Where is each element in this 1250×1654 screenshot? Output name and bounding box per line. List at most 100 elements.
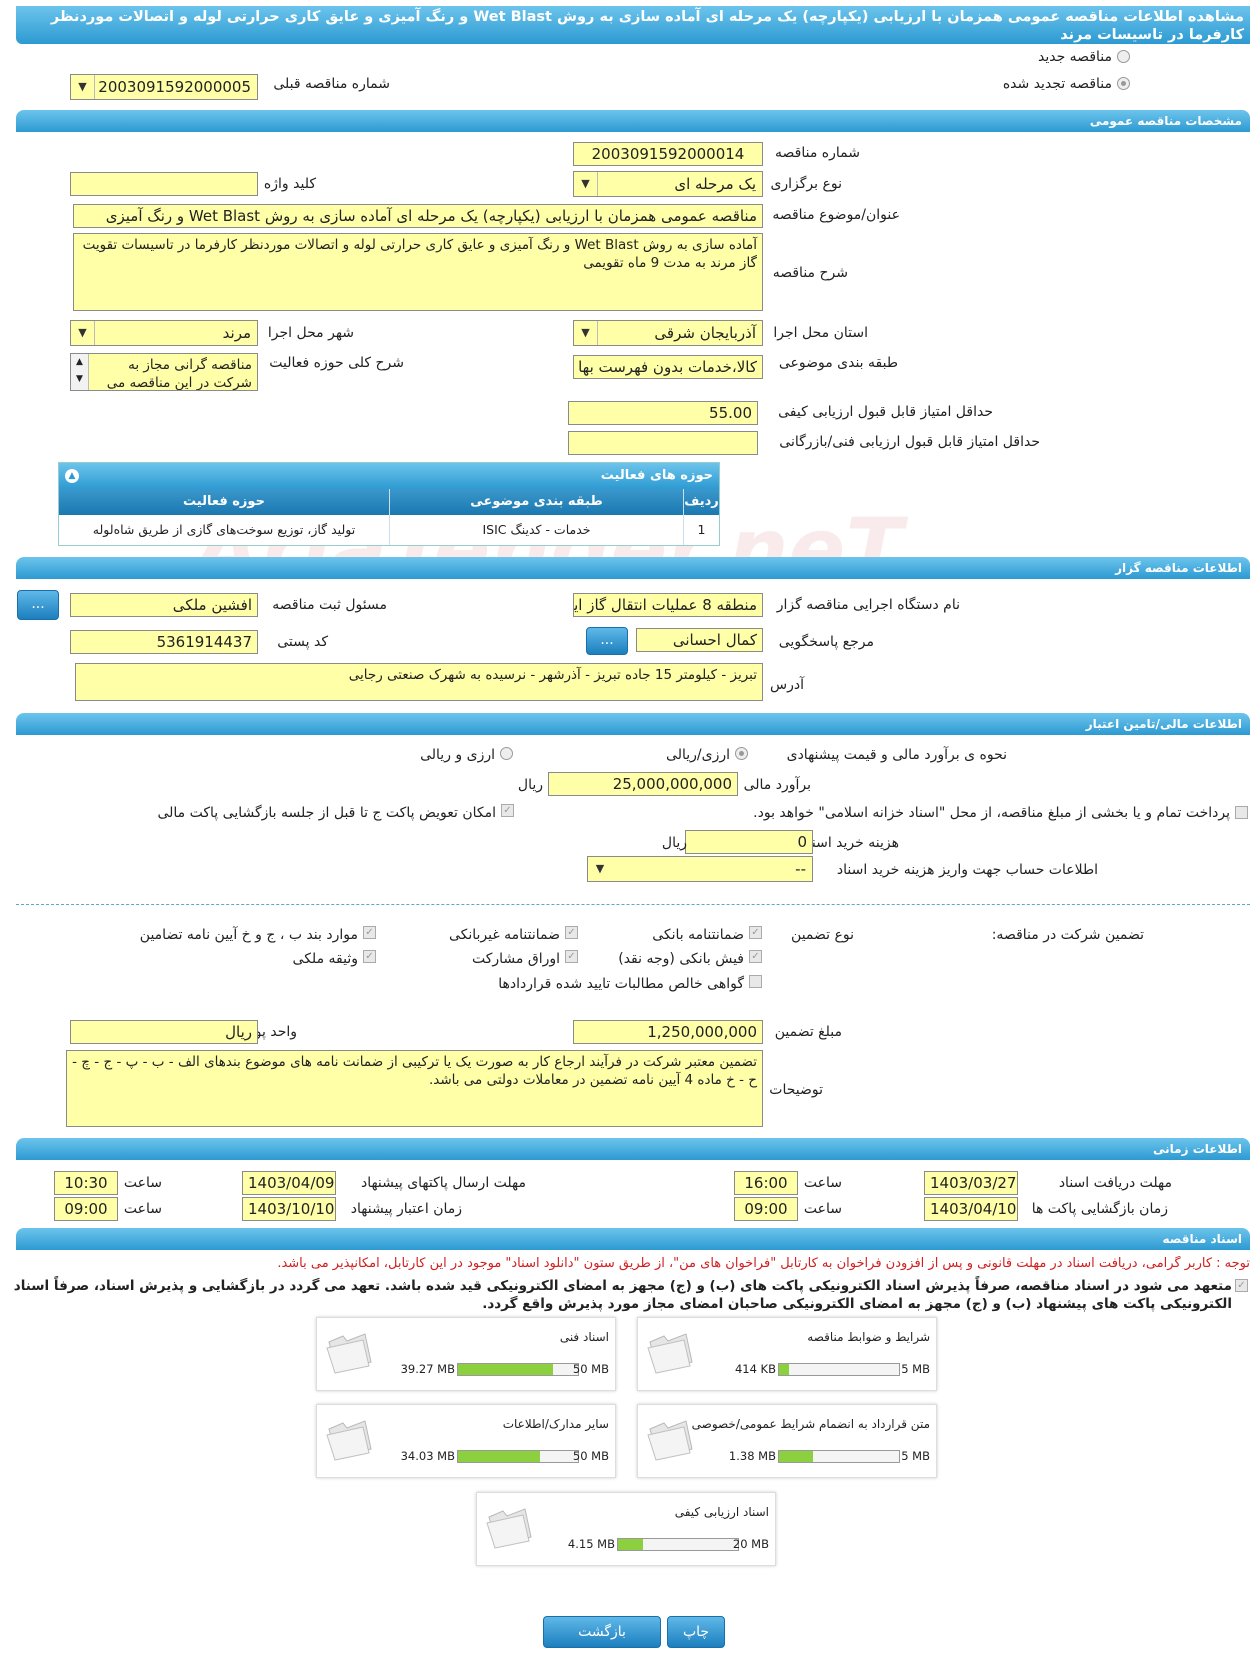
- new-tender-radio[interactable]: [1117, 50, 1130, 63]
- ref-lookup-button[interactable]: ...: [586, 627, 628, 655]
- page-title: مشاهده اطلاعات مناقصه عمومی همزمان با ار…: [16, 6, 1250, 44]
- account-select[interactable]: ▼ --: [587, 856, 813, 882]
- open-date-field[interactable]: 1403/04/10: [924, 1197, 1018, 1221]
- desc-label: شرح مناقصه: [772, 265, 848, 281]
- col-row: ردیف: [683, 489, 719, 515]
- amount-field[interactable]: 1,250,000,000: [573, 1020, 763, 1044]
- doc-card[interactable]: اسناد فنی 39.27 MB 50 MB: [316, 1317, 616, 1391]
- divider: [16, 904, 1250, 905]
- guarantee-claims-checkbox[interactable]: [749, 975, 762, 988]
- receive-time-field[interactable]: 16:00: [734, 1171, 798, 1195]
- province-label: استان محل اجرا: [773, 325, 868, 341]
- postal-field[interactable]: 5361914437: [70, 630, 258, 654]
- addr-field[interactable]: تبریز - کیلومتر 15 جاده تبریز - آذرشهر -…: [75, 663, 763, 701]
- currency-field[interactable]: ریال: [70, 1020, 258, 1044]
- section-general: مشخصات مناقصه عمومی: [16, 110, 1250, 132]
- estimate-field[interactable]: 25,000,000,000: [548, 772, 738, 796]
- doc-size: 34.03 MB: [400, 1449, 455, 1463]
- method-radio-2[interactable]: [500, 747, 513, 760]
- new-tender-label: مناقصه جدید: [1037, 49, 1112, 65]
- cell-activity: تولید گاز، توزیع سوخت‌های گازی از طریق ش…: [92, 522, 356, 537]
- type-select[interactable]: ▼ یک مرحله ای: [573, 171, 763, 197]
- send-time-label: ساعت: [123, 1175, 162, 1191]
- swap-checkbox[interactable]: ✓: [501, 804, 514, 817]
- amount-label: مبلغ تضمین: [774, 1024, 842, 1040]
- doc-progress: [457, 1450, 579, 1463]
- doc-card[interactable]: متن قرارداد به انضمام شرایط عمومی/خصوصی 1…: [637, 1404, 937, 1478]
- activity-field[interactable]: مناقصه گرانی مجاز به شرکت در این مناقصه …: [70, 353, 258, 391]
- subject-field[interactable]: مناقصه عمومی همزمان با ارزیابی (یکپارچه)…: [73, 204, 763, 228]
- valid-time-field[interactable]: 09:00: [54, 1197, 118, 1221]
- doc-card[interactable]: سایر مدارک/اطلاعات 34.03 MB 50 MB: [316, 1404, 616, 1478]
- estimate-unit: ریال: [517, 777, 543, 793]
- desc-field[interactable]: آماده سازی به روش Wet Blast و رنگ آمیزی …: [73, 233, 763, 311]
- receive-date-field[interactable]: 1403/03/27: [924, 1171, 1018, 1195]
- receive-label: مهلت دریافت اسناد: [1058, 1175, 1172, 1191]
- table-header-row: ردیف طبقه بندی موضوعی حوزه فعالیت: [59, 489, 719, 515]
- send-date-field[interactable]: 1403/04/09: [242, 1171, 336, 1195]
- docs-note: توجه : کاربر گرامی، دریافت اسناد در مهلت…: [277, 1256, 1250, 1271]
- send-time-field[interactable]: 10:30: [54, 1171, 118, 1195]
- prev-number-select[interactable]: ▼ 2003091592000005: [70, 74, 258, 100]
- guarantee-bonds-checkbox[interactable]: ✓: [565, 950, 578, 963]
- notes-field[interactable]: تضمین معتبر شرکت در فرآیند ارجاع کار به …: [66, 1050, 763, 1127]
- guarantee-clauses-checkbox[interactable]: ✓: [363, 926, 376, 939]
- folder-icon: [326, 1420, 372, 1461]
- back-button[interactable]: بازگشت: [543, 1616, 661, 1648]
- category-field[interactable]: کالا،خدمات بدون فهرست بها: [573, 355, 763, 379]
- folder-icon: [486, 1508, 532, 1549]
- doc-cost-unit: ریال: [661, 835, 687, 851]
- min-tech-field[interactable]: [568, 431, 758, 455]
- doc-name: شرایط و ضوابط مناقصه: [807, 1330, 930, 1344]
- doc-card[interactable]: اسناد ارزیابی کیفی 4.15 MB 20 MB: [476, 1492, 776, 1566]
- guarantee-property-checkbox[interactable]: ✓: [363, 950, 376, 963]
- province-select[interactable]: ▼ آذربایجان شرقی: [573, 320, 763, 346]
- open-label: زمان بازگشایی پاکت ها: [1031, 1201, 1168, 1217]
- doc-size: 4.15 MB: [567, 1537, 615, 1551]
- reg-field[interactable]: افشین ملکی: [70, 593, 258, 617]
- guarantee-cash-checkbox[interactable]: ✓: [749, 950, 762, 963]
- postal-label: کد پستی: [277, 634, 328, 650]
- reg-label: مسئول ثبت مناقصه: [272, 597, 387, 613]
- send-label: مهلت ارسال پاکتهای پیشنهاد: [360, 1175, 526, 1191]
- valid-date-field[interactable]: 1403/10/10: [242, 1197, 336, 1221]
- folder-icon: [647, 1333, 693, 1374]
- open-time-label: ساعت: [803, 1201, 842, 1217]
- swap-label: امکان تعویض پاکت ج تا قبل از جلسه بازگشا…: [157, 805, 496, 821]
- notes-label: توضیحات: [769, 1082, 823, 1098]
- print-button[interactable]: چاپ: [667, 1616, 725, 1648]
- section-docs: اسناد مناقصه: [16, 1228, 1250, 1250]
- scrollbar[interactable]: ▲ ▼: [71, 354, 89, 390]
- treasury-checkbox[interactable]: [1235, 806, 1248, 819]
- prev-number-label: شماره مناقصه قبلی: [273, 76, 390, 92]
- doc-size: 39.27 MB: [400, 1362, 455, 1376]
- guarantee-nonbank-checkbox[interactable]: ✓: [565, 926, 578, 939]
- min-quality-label: حداقل امتیاز قابل قبول ارزیابی کیفی: [778, 404, 993, 420]
- org-field[interactable]: منطقه 8 عملیات انتقال گاز ایران: [573, 593, 763, 617]
- section-organizer: اطلاعات مناقصه گزار: [16, 557, 1250, 579]
- account-label: اطلاعات حساب جهت واریز هزینه خرید اسناد: [836, 862, 1098, 878]
- guarantee-bonds-label: اوراق مشارکت: [471, 951, 560, 967]
- doc-cost-field[interactable]: 0: [685, 830, 813, 854]
- doc-card[interactable]: شرایط و ضوابط مناقصه 414 KB 5 MB: [637, 1317, 937, 1391]
- ref-field[interactable]: کمال احسانی: [636, 628, 763, 652]
- doc-max: 5 MB: [901, 1362, 930, 1376]
- doc-max: 5 MB: [901, 1449, 930, 1463]
- guarantee-bank-checkbox[interactable]: ✓: [749, 926, 762, 939]
- city-select[interactable]: ▼ مرند: [70, 320, 258, 346]
- min-tech-label: حداقل امتیاز قابل قبول ارزیابی فنی/بازرگ…: [779, 434, 1040, 450]
- tender-number-label: شماره مناقصه: [775, 145, 860, 161]
- tender-number-field[interactable]: 2003091592000014: [573, 142, 763, 166]
- chevron-down-icon: ▼: [574, 321, 598, 345]
- folder-icon: [326, 1333, 372, 1374]
- method-radio-1[interactable]: [735, 747, 748, 760]
- keyword-field[interactable]: [70, 172, 258, 196]
- doc-max: 20 MB: [732, 1537, 769, 1551]
- min-quality-field[interactable]: 55.00: [568, 401, 758, 425]
- chevron-down-icon: ▼: [71, 321, 95, 345]
- doc-progress-fill: [458, 1451, 540, 1462]
- renewed-tender-radio[interactable]: [1117, 77, 1130, 90]
- reg-lookup-button[interactable]: ...: [17, 590, 59, 620]
- collapse-icon[interactable]: ▲: [65, 469, 79, 483]
- open-time-field[interactable]: 09:00: [734, 1197, 798, 1221]
